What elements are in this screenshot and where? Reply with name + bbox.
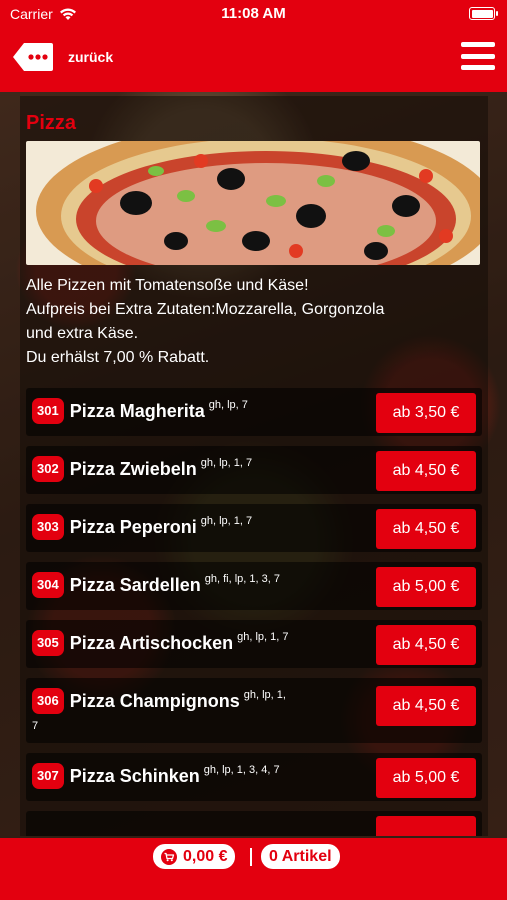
- description-line: Alle Pizzen mit Tomatensoße und Käse!: [26, 277, 309, 294]
- product-item[interactable]: 304 Pizza Sardellen gh, fi, lp, 1, 3, 7 ab…: [26, 562, 482, 610]
- top-bar: Carrier 11:08 AM zurück: [0, 0, 507, 92]
- product-item[interactable]: 302 Pizza Zwiebeln gh, lp, 1, 7 ab 4,50 €: [26, 446, 482, 494]
- allergen-codes: gh, fi, lp, 1, 3, 7: [204, 573, 280, 585]
- hamburger-menu-icon[interactable]: [461, 42, 495, 70]
- product-number: 305: [32, 629, 64, 656]
- allergen-codes: gh, lp, 1, 7: [200, 515, 253, 527]
- cart-total-button[interactable]: 0,00 €: [153, 844, 236, 869]
- cart-count: 0 Artikel: [269, 847, 332, 865]
- price-button[interactable]: ab 5,00 €: [376, 567, 476, 607]
- product-number: 307: [32, 762, 64, 789]
- clock: 11:08 AM: [221, 5, 286, 22]
- cart-total: 0,00 €: [183, 847, 228, 865]
- product-number: 303: [32, 513, 64, 540]
- footer-divider: [250, 848, 252, 866]
- price-button[interactable]: ab 4,50 €: [376, 625, 476, 665]
- status-bar: Carrier 11:08 AM: [0, 0, 507, 28]
- allergen-codes: gh, lp, 1,: [243, 689, 286, 701]
- cart-icon: [161, 848, 177, 865]
- product-name: Pizza Zwiebeln: [69, 458, 197, 479]
- category-description: Alle Pizzen mit Tomatensoße und Käse! Au…: [26, 274, 482, 370]
- price-button[interactable]: ab 4,50 €: [376, 451, 476, 491]
- product-item[interactable]: 301 Pizza Magherita gh, lp, 7 ab 3,50 €: [26, 388, 482, 436]
- price-button[interactable]: ab 4,50 €: [376, 509, 476, 549]
- battery-icon: [469, 7, 498, 20]
- product-item[interactable]: 307 Pizza Schinken gh, lp, 1, 3, 4, 7 ab 5…: [26, 752, 482, 801]
- product-number: 304: [32, 571, 64, 598]
- back-button[interactable]: zurück: [12, 42, 113, 72]
- description-line: und extra Käse.: [26, 325, 139, 342]
- product-item[interactable]: 305 Pizza Artischocken gh, lp, 1, 7 ab 4,5…: [26, 620, 482, 668]
- allergen-codes: gh, lp, 7: [208, 399, 248, 411]
- back-arrow-icon: [13, 43, 53, 71]
- pizza-hero-image: [26, 121, 488, 301]
- menu-category-panel: Pizza Alle Pizzen mit Tomatensoße und Kä…: [20, 96, 488, 836]
- product-name: Pizza Champignons: [69, 690, 240, 711]
- product-name: Pizza Peperoni: [69, 516, 197, 537]
- product-number: 302: [32, 455, 64, 482]
- nav-bar: zurück: [0, 28, 507, 92]
- product-name: Pizza Schinken: [69, 765, 200, 786]
- product-item-partial[interactable]: [26, 810, 482, 836]
- category-title: Pizza: [26, 112, 77, 134]
- price-button[interactable]: ab 5,00 €: [376, 757, 476, 798]
- product-number: 306: [32, 687, 64, 714]
- product-list: 301 Pizza Magherita gh, lp, 7 ab 3,50 € 30…: [26, 388, 482, 836]
- product-name: Pizza Magherita: [69, 400, 205, 421]
- price-button[interactable]: ab 3,50 €: [376, 393, 476, 433]
- description-line: Du erhälst 7,00 % Rabatt.: [26, 349, 210, 366]
- product-number: 301: [32, 397, 64, 424]
- product-item[interactable]: 306 Pizza Champignons gh, lp, 1, 7 ab 4,50 …: [26, 678, 482, 743]
- product-name: Pizza Sardellen: [69, 574, 201, 595]
- allergen-codes: gh, lp, 1, 7: [237, 631, 289, 643]
- description-line: Aufpreis bei Extra Zutaten:Mozzarella, G…: [26, 301, 385, 318]
- allergen-codes: gh, lp, 1, 3, 4, 7: [203, 763, 280, 776]
- allergen-codes: gh, lp, 1, 7: [200, 457, 253, 469]
- product-item[interactable]: 303 Pizza Peperoni gh, lp, 1, 7 ab 4,50 €: [26, 504, 482, 552]
- product-name: Pizza Artischocken: [69, 632, 234, 653]
- price-button[interactable]: ab 4,50 €: [376, 686, 476, 726]
- cart-count-button[interactable]: 0 Artikel: [261, 844, 340, 869]
- cart-footer: 0,00 € 0 Artikel: [0, 838, 507, 900]
- price-button-partial[interactable]: [376, 815, 476, 836]
- allergen-codes-wrap: 7: [32, 719, 39, 732]
- back-label: zurück: [68, 49, 114, 65]
